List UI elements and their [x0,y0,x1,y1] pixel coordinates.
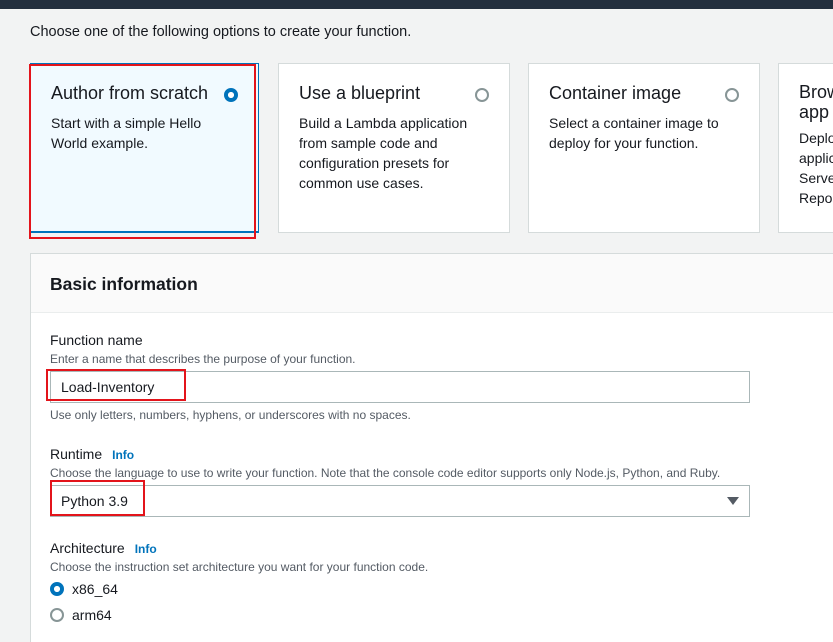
panel-header: Basic information [31,254,833,313]
option-title: Container image [549,83,682,103]
architecture-option-label: x86_64 [72,581,118,597]
architecture-option-arm64[interactable]: arm64 [50,607,112,623]
option-title: Author from scratch [51,83,209,103]
runtime-info-link[interactable]: Info [112,448,134,462]
architecture-label: Architecture Info [50,540,157,556]
option-title: Brow app [799,82,833,122]
basic-information-panel: Basic information Function name Enter a … [30,253,833,642]
runtime-select[interactable]: Python 3.9 [50,485,750,517]
option-radio[interactable] [725,88,739,102]
option-description: Deplo applic Serve Repos [799,130,833,206]
architecture-description: Choose the instruction set architecture … [50,560,429,574]
option-radio[interactable] [475,88,489,102]
option-title: Use a blueprint [299,83,421,103]
option-description: Start with a simple Hello World example. [51,115,202,151]
runtime-description: Choose the language to use to write your… [50,466,721,480]
option-description: Build a Lambda application from sample c… [299,115,468,191]
caret-down-icon [727,497,739,505]
function-name-constraint: Use only letters, numbers, hyphens, or u… [50,408,411,422]
top-navigation-bar [0,0,833,9]
option-browse-serverless-app[interactable]: Brow app Deplo applic Serve Repos [778,63,833,233]
panel-title: Basic information [50,274,198,294]
option-author-from-scratch[interactable]: Author from scratch Start with a simple … [30,63,259,233]
architecture-option-x86-64[interactable]: x86_64 [50,581,118,597]
option-description: Select a container image to deploy for y… [549,115,719,151]
radio-icon[interactable] [50,608,64,622]
runtime-selected-value: Python 3.9 [61,493,128,509]
architecture-option-label: arm64 [72,607,112,623]
function-name-input[interactable] [50,371,750,403]
option-use-blueprint[interactable]: Use a blueprint Build a Lambda applicati… [278,63,510,233]
function-name-description: Enter a name that describes the purpose … [50,352,356,366]
runtime-label: Runtime Info [50,446,134,462]
architecture-label-text: Architecture [50,540,125,556]
radio-selected-icon[interactable] [50,582,64,596]
option-container-image[interactable]: Container image Select a container image… [528,63,760,233]
architecture-info-link[interactable]: Info [135,542,157,556]
intro-text: Choose one of the following options to c… [30,24,412,40]
function-name-label: Function name [50,332,143,348]
option-radio-selected[interactable] [224,88,238,102]
runtime-label-text: Runtime [50,446,103,462]
